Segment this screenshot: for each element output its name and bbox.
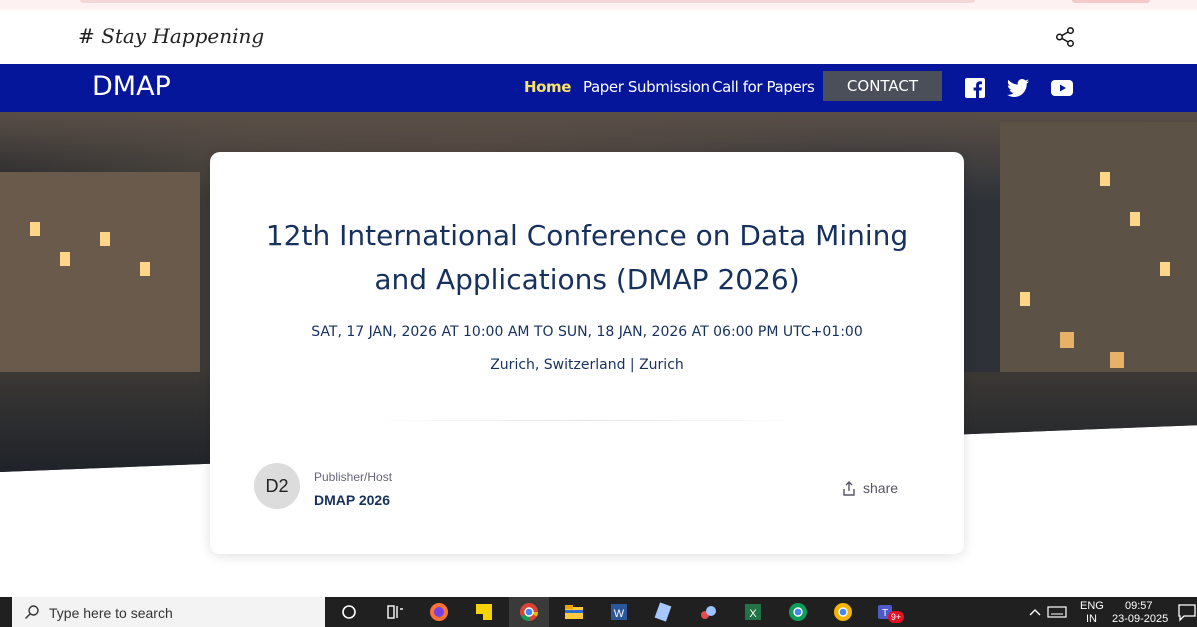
browser-button-edge xyxy=(1072,0,1150,3)
windows-taskbar: Type here to search W X T 9+ ENG IN 09:5… xyxy=(0,597,1197,627)
hero-window xyxy=(140,262,150,276)
event-location: Zurich, Switzerland | Zurich xyxy=(490,357,684,373)
chrome-profile-icon[interactable] xyxy=(787,601,809,623)
taskbar-search[interactable]: Type here to search xyxy=(12,597,325,627)
search-icon xyxy=(25,605,39,619)
twitter-icon[interactable] xyxy=(1006,76,1030,100)
snipping-tool-icon[interactable] xyxy=(697,601,719,623)
svg-text:W: W xyxy=(614,608,625,620)
host-name[interactable]: DMAP 2026 xyxy=(314,492,390,508)
search-placeholder: Type here to search xyxy=(49,605,173,621)
share-icon[interactable] xyxy=(1054,26,1076,48)
hero-window xyxy=(1100,172,1110,186)
card-divider xyxy=(360,420,814,421)
event-datetime: SAT, 17 JAN, 2026 AT 10:00 AM TO SUN, 18… xyxy=(311,324,863,340)
keyboard-icon[interactable] xyxy=(1046,601,1068,623)
address-bar-edge xyxy=(80,0,975,3)
firefox-icon[interactable] xyxy=(428,601,450,623)
notepad-icon[interactable] xyxy=(652,601,674,623)
nav-call-for-papers[interactable]: Call for Papers xyxy=(712,78,815,96)
chrome-profile-2-icon[interactable] xyxy=(832,601,854,623)
tagline: # Stay Happening xyxy=(78,24,265,48)
nav-paper-submission[interactable]: Paper Submission xyxy=(583,78,710,96)
language-region: IN xyxy=(1086,613,1097,625)
browser-top-strip xyxy=(0,0,1197,10)
contact-button[interactable]: CONTACT xyxy=(823,71,942,101)
teams-badge: 9+ xyxy=(888,611,904,623)
chrome-icon[interactable] xyxy=(518,601,540,623)
hero-window xyxy=(1160,262,1170,276)
share-label: share xyxy=(863,480,899,496)
hero-window xyxy=(60,252,70,266)
word-icon[interactable]: W xyxy=(608,601,630,623)
event-title: 12th International Conference on Data Mi… xyxy=(265,219,909,296)
hero-window xyxy=(100,232,110,246)
hero-window xyxy=(1020,292,1030,306)
hero-window xyxy=(1110,352,1124,368)
hero-building-left xyxy=(0,172,200,382)
youtube-icon[interactable] xyxy=(1050,76,1074,100)
file-explorer-icon[interactable] xyxy=(563,601,585,623)
sticky-notes-icon[interactable] xyxy=(473,601,495,623)
tagline-bar: # Stay Happening xyxy=(0,10,1197,64)
host-label: Publisher/Host xyxy=(314,470,393,484)
language-indicator[interactable]: ENG xyxy=(1080,600,1104,612)
host-avatar: D2 xyxy=(254,463,300,509)
facebook-icon[interactable] xyxy=(963,76,987,100)
cortana-icon[interactable] xyxy=(338,601,360,623)
notification-icon[interactable] xyxy=(1176,601,1197,623)
main-nav: DMAP Home Paper Submission Call for Pape… xyxy=(0,64,1197,112)
event-card: 12th International Conference on Data Mi… xyxy=(210,152,964,554)
chevron-up-icon[interactable] xyxy=(1024,601,1046,623)
hero-window xyxy=(1060,332,1074,348)
hero-window xyxy=(1130,212,1140,226)
site-logo[interactable]: DMAP xyxy=(92,71,171,102)
clock-time[interactable]: 09:57 xyxy=(1125,600,1153,612)
excel-icon[interactable]: X xyxy=(742,601,764,623)
clock-date: 23-09-2025 xyxy=(1112,613,1169,625)
task-view-icon[interactable] xyxy=(384,601,406,623)
svg-text:X: X xyxy=(749,608,757,620)
nav-home[interactable]: Home xyxy=(524,78,571,96)
upload-share-icon xyxy=(843,481,855,496)
hero-window xyxy=(30,222,40,236)
